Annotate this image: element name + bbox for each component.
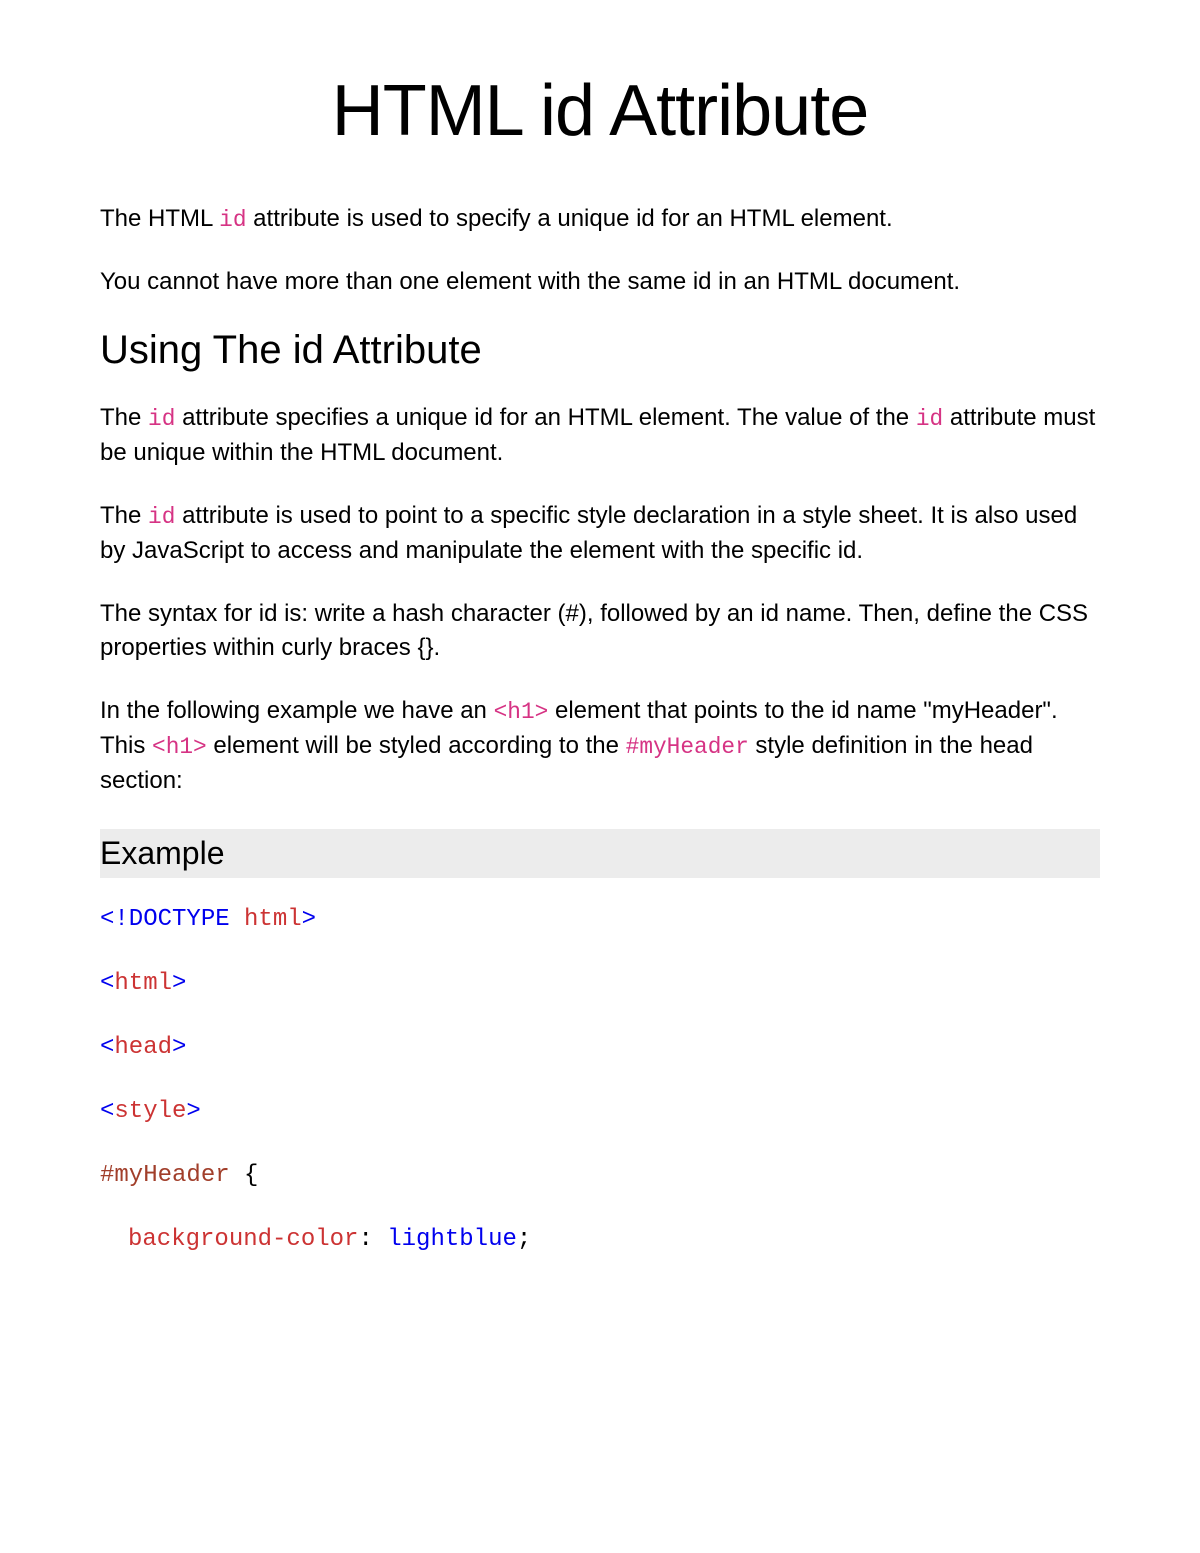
section-paragraph-1: The id attribute specifies a unique id f…: [100, 401, 1100, 471]
code-line-head: <head>: [100, 1036, 1100, 1060]
code-h1: <h1>: [494, 699, 549, 725]
text: The HTML: [100, 205, 219, 232]
example-heading: Example: [100, 829, 1100, 878]
code-token: :: [358, 1226, 387, 1253]
code-token: >: [172, 1034, 186, 1061]
code-example: <!DOCTYPE html> <html> <head> <style> #m…: [100, 908, 1100, 1252]
text: element will be styled according to the: [207, 732, 626, 759]
section-heading: Using The id Attribute: [100, 328, 1100, 373]
code-token: head: [114, 1034, 172, 1061]
code-token: <: [100, 1098, 114, 1125]
code-token: ;: [517, 1226, 531, 1253]
code-token: >: [302, 906, 316, 933]
code-token: <: [100, 970, 114, 997]
intro-paragraph-2: You cannot have more than one element wi…: [100, 265, 1100, 300]
section-paragraph-3: The syntax for id is: write a hash chara…: [100, 597, 1100, 667]
code-token: html: [114, 970, 172, 997]
code-token: >: [172, 970, 186, 997]
code-id: id: [219, 207, 246, 233]
code-myheader: #myHeader: [626, 734, 749, 760]
code-token: <: [100, 1034, 114, 1061]
code-token: {: [230, 1162, 259, 1189]
code-id: id: [148, 406, 175, 432]
code-token: <!DOCTYPE: [100, 906, 244, 933]
text: In the following example we have an: [100, 697, 494, 724]
section-paragraph-2: The id attribute is used to point to a s…: [100, 499, 1100, 569]
document-page: HTML id Attribute The HTML id attribute …: [0, 0, 1200, 1553]
text: attribute is used to specify a unique id…: [247, 205, 893, 232]
text: The: [100, 502, 148, 529]
code-line-html: <html>: [100, 972, 1100, 996]
code-token: background-color: [128, 1226, 358, 1253]
intro-paragraph-1: The HTML id attribute is used to specify…: [100, 202, 1100, 237]
code-id: id: [916, 406, 943, 432]
code-token: >: [186, 1098, 200, 1125]
text: The: [100, 404, 148, 431]
code-token: #myHeader: [100, 1162, 230, 1189]
code-line-property: background-color: lightblue;: [100, 1228, 1100, 1252]
code-line-selector: #myHeader {: [100, 1164, 1100, 1188]
code-token: lightblue: [387, 1226, 517, 1253]
text: attribute is used to point to a specific…: [100, 502, 1077, 564]
page-title: HTML id Attribute: [100, 70, 1100, 152]
section-paragraph-4: In the following example we have an <h1>…: [100, 694, 1100, 799]
code-id: id: [148, 504, 175, 530]
code-line-doctype: <!DOCTYPE html>: [100, 908, 1100, 932]
code-h1: <h1>: [152, 734, 207, 760]
code-token: style: [114, 1098, 186, 1125]
code-line-style: <style>: [100, 1100, 1100, 1124]
code-token: html: [244, 906, 302, 933]
text: attribute specifies a unique id for an H…: [175, 404, 915, 431]
